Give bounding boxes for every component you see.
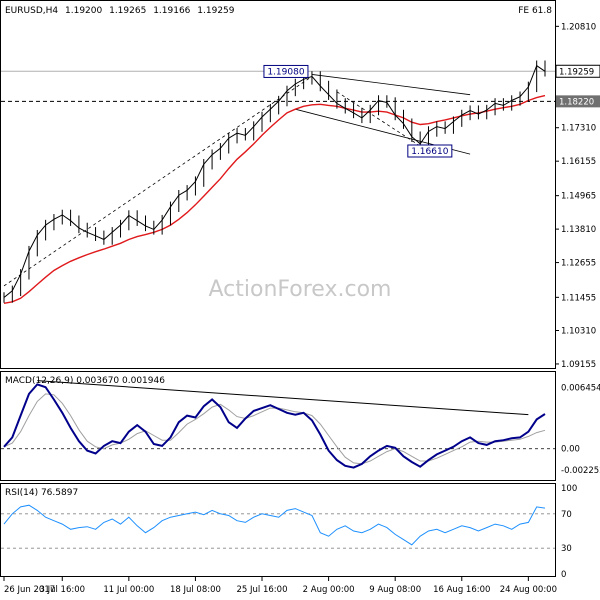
macd-label: MACD(12,26,9) 0.003670 0.001946	[5, 376, 165, 386]
price-tick-label: 1.10310	[561, 327, 596, 337]
macd-tick-label: 0.00	[561, 445, 580, 455]
time-tick-label: 24 Aug 00:00	[500, 585, 557, 595]
watermark: ActionForex.com	[209, 277, 392, 302]
time-tick-label: 11 Jul 00:00	[103, 585, 154, 595]
price-tick-label: 1.20810	[561, 22, 596, 32]
time-tick-label: 16 Aug 16:00	[433, 585, 490, 595]
price-tick-label: 1.12655	[561, 259, 596, 269]
time-tick-label: 18 Jul 08:00	[170, 585, 221, 595]
symbol-label: EURUSD,H4	[5, 6, 58, 16]
rsi-label: RSI(14) 76.5897	[5, 488, 78, 498]
ohlc-high: 1.19265	[109, 6, 146, 16]
rsi-tick-label: 100	[561, 484, 577, 494]
time-tick-label: 9 Aug 08:00	[369, 585, 421, 595]
price-tick-label: 1.09155	[561, 360, 596, 370]
current-price-label: 1.19259	[559, 67, 594, 77]
rsi-tick-label: 30	[561, 544, 572, 554]
time-tick-label: 25 Jul 16:00	[237, 585, 288, 595]
support-level-label: 1.18220	[559, 97, 594, 107]
price-tick-label: 1.16155	[561, 157, 596, 167]
annotation-label: 1.19080	[267, 67, 304, 77]
rsi-tick-label: 0	[561, 570, 566, 580]
annotation-label: 1.16610	[411, 147, 448, 157]
time-tick-label: 2 Aug 00:00	[303, 585, 355, 595]
ohlc-close: 1.19259	[197, 6, 234, 16]
macd-tick-label: -0.002252	[561, 466, 600, 476]
corner-label: FE 61.8	[518, 6, 552, 16]
price-tick-label: 1.14965	[561, 192, 596, 202]
macd-tick-label: 0.006454	[561, 384, 600, 394]
ohlc-low: 1.19166	[153, 6, 190, 16]
eurusd-h4-chart: ActionForex.com 1.19080 1.16610 1.20810 1.…	[0, 0, 600, 600]
price-tick-label: 1.17310	[561, 124, 596, 134]
ohlc-open: 1.19200	[65, 6, 102, 16]
price-tick-label: 1.11455	[561, 293, 596, 303]
rsi-tick-label: 70	[561, 510, 572, 520]
price-tick-label: 1.13810	[561, 225, 596, 235]
svg-text:EURUSD,H4 1.19200 1.19: EURUSD,H4 1.19200 1.19265 1.19166 1.1925…	[5, 6, 235, 16]
time-tick-label: 3 Jul 16:00	[39, 585, 85, 595]
